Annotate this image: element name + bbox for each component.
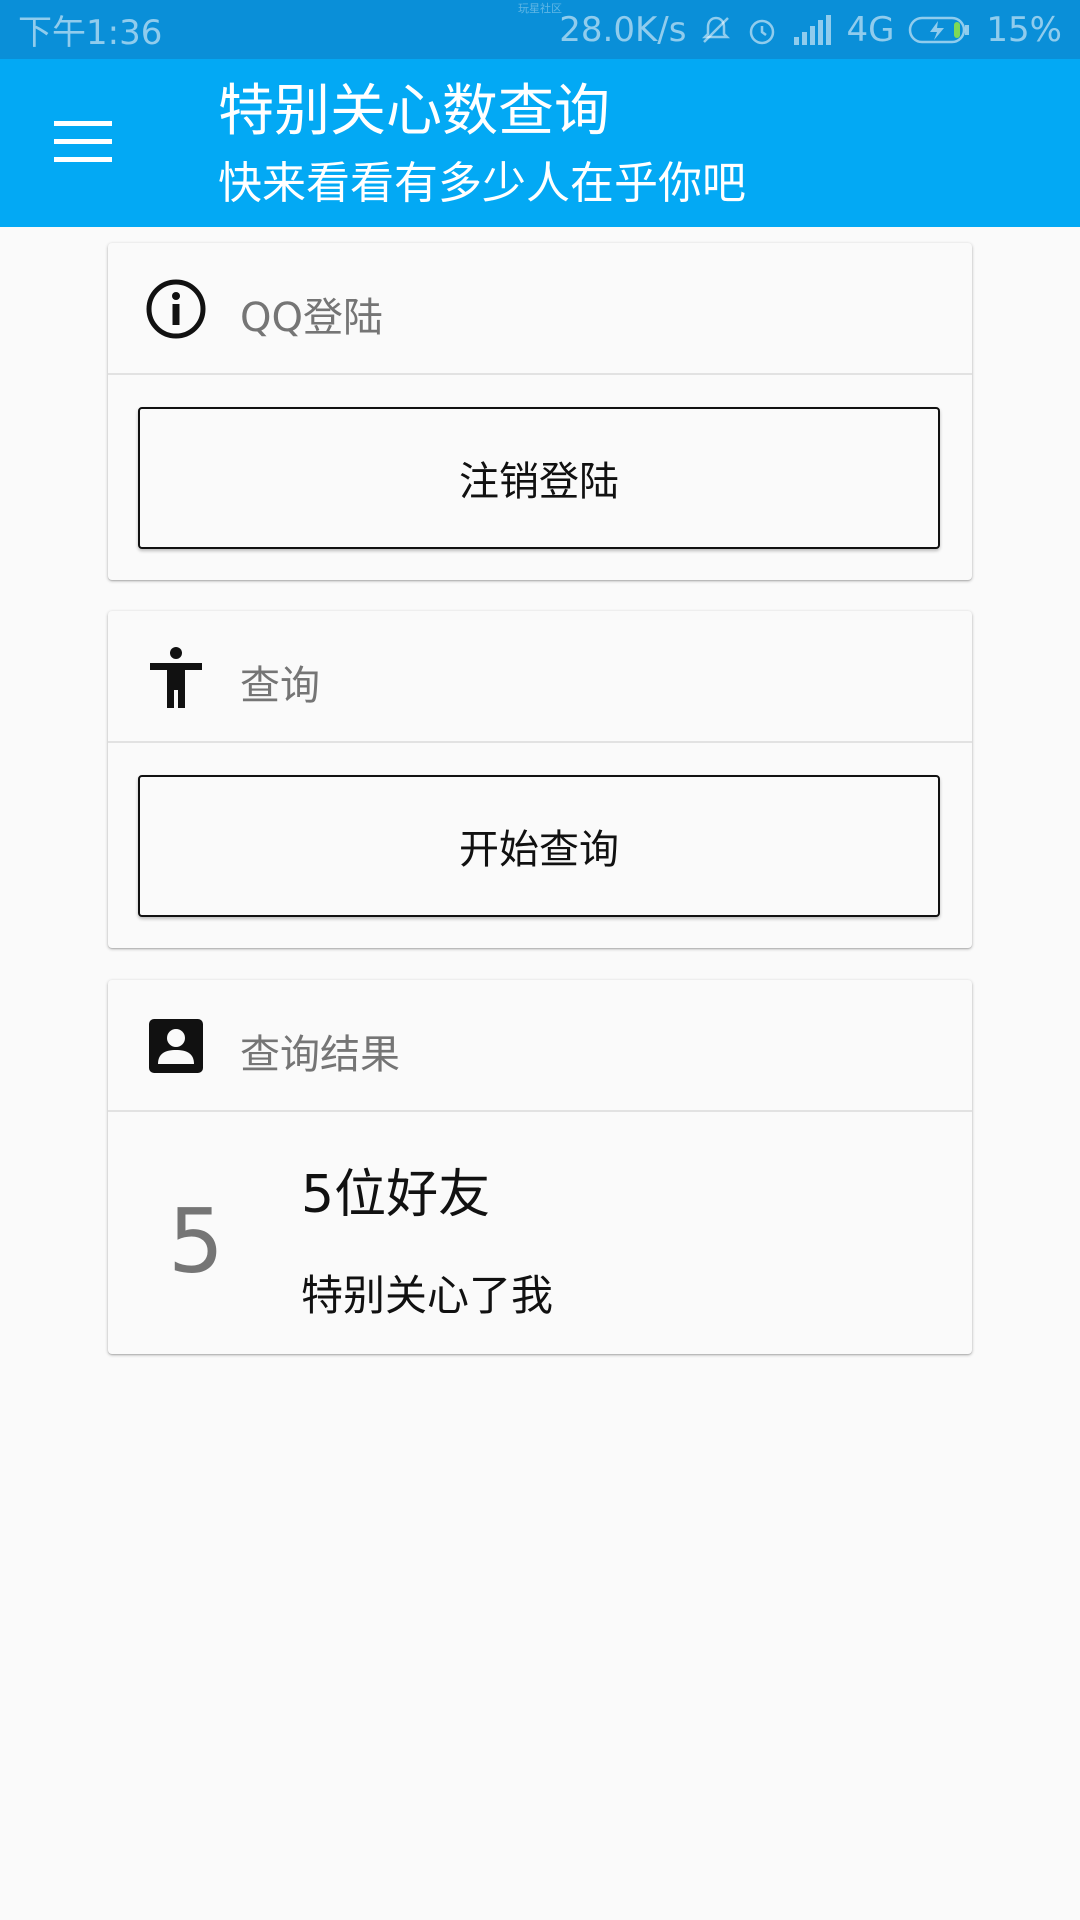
status-right: 28.0K/s 4G 15% — [559, 10, 1062, 50]
signal-icon — [792, 14, 832, 45]
result-description-text: 特别关心了我 — [301, 1271, 554, 1320]
app-title: 特别关心数查询 — [218, 79, 610, 144]
app-subtitle: 快来看看有多少人在乎你吧 — [218, 158, 746, 209]
net-speed: 28.0K/s — [559, 9, 687, 50]
query-card: 查询 开始查询 — [108, 611, 972, 948]
mute-bell-icon — [700, 14, 732, 46]
alarm-icon — [746, 14, 778, 46]
result-card-title: 查询结果 — [240, 1032, 400, 1078]
logout-button[interactable]: 注销登陆 — [138, 407, 940, 549]
status-time: 下午1:36 — [18, 13, 163, 53]
menu-icon[interactable] — [54, 121, 112, 163]
result-count: 5 — [168, 1190, 224, 1293]
status-watermark: 玩星社区 — [518, 2, 562, 15]
query-card-header: 查询 — [108, 611, 972, 743]
result-friends-text: 5位好友 — [301, 1165, 491, 1225]
result-card-header: 查询结果 — [108, 980, 972, 1112]
login-card-header: QQ登陆 — [108, 243, 972, 375]
accessibility-icon — [144, 645, 208, 709]
battery-charging-icon — [908, 15, 972, 45]
app-bar: 特别关心数查询 快来看看有多少人在乎你吧 — [0, 59, 1080, 227]
info-icon — [144, 277, 208, 341]
start-query-button[interactable]: 开始查询 — [138, 775, 940, 917]
network-type: 4G — [846, 9, 895, 50]
status-bar: 玩星社区 下午1:36 28.0K/s 4G 15% — [0, 0, 1080, 59]
login-card-title: QQ登陆 — [240, 295, 383, 341]
battery-level: 15% — [986, 9, 1062, 50]
login-card: QQ登陆 注销登陆 — [108, 243, 972, 580]
contact-icon — [144, 1014, 208, 1078]
query-card-title: 查询 — [240, 663, 320, 709]
result-card: 查询结果 5 5位好友 特别关心了我 — [108, 980, 972, 1354]
